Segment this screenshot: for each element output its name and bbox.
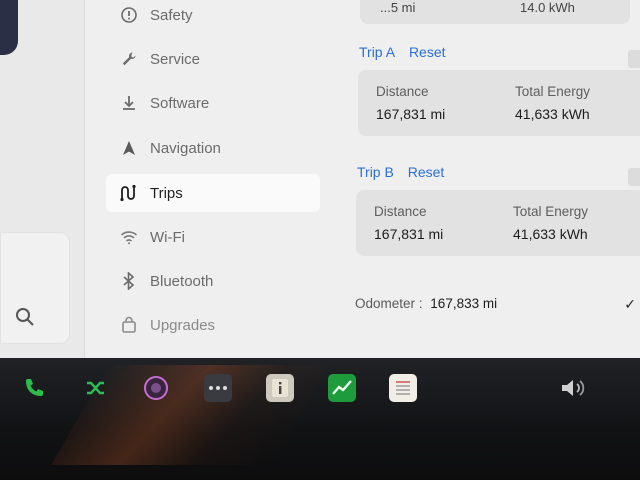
shuffle-icon[interactable] <box>82 374 110 402</box>
search-icon[interactable] <box>14 306 36 328</box>
corner-decoration <box>0 0 18 55</box>
trip-a-distance: Distance 167,831 mi <box>376 84 445 122</box>
checkmark-icon[interactable]: ✓ <box>624 296 636 313</box>
wifi-icon <box>118 226 140 248</box>
trip-b-distance: Distance 167,831 mi <box>374 204 443 242</box>
trip-b-card: Distance 167,831 mi Total Energy 41,633 … <box>356 190 640 256</box>
menu-item-label: Upgrades <box>150 316 216 334</box>
trip-a-energy: Total Energy 41,633 kWh <box>515 84 590 122</box>
alert-circle-icon <box>118 4 140 26</box>
odometer-label: Odometer : <box>355 296 423 311</box>
trips-pane: ...5 mi 14.0 kWh Trip A Reset Distance 1… <box>340 0 640 358</box>
menu-item-software[interactable]: Software <box>106 84 320 122</box>
menu-item-navigation[interactable]: Navigation <box>106 129 320 167</box>
menu-item-label: Bluetooth <box>150 272 214 290</box>
phone-icon[interactable] <box>20 374 48 402</box>
notes-icon[interactable] <box>389 374 417 402</box>
energy-label: Total Energy <box>515 84 591 99</box>
odometer: Odometer : 167,833 mi <box>355 296 497 311</box>
menu-item-safety[interactable]: Safety <box>106 0 320 34</box>
distance-value: 167,831 mi <box>374 226 444 242</box>
menu-item-label: Navigation <box>150 139 221 157</box>
settings-menu: Safety Service Software Navigation Trips <box>106 0 320 358</box>
trip-a-title: Trip A <box>359 44 396 60</box>
energy-value: 41,633 kWh <box>515 106 590 122</box>
trip-b-energy: Total Energy 41,633 kWh <box>513 204 588 242</box>
volume-icon[interactable] <box>560 374 588 402</box>
trip-b-header: Trip B Reset <box>357 164 444 180</box>
menu-item-label: Trips <box>150 184 183 202</box>
more-icon[interactable] <box>204 374 232 402</box>
energy-value: 41,633 kWh <box>513 226 588 242</box>
trips-icon <box>118 182 140 204</box>
energy-label: Total Energy <box>513 204 589 219</box>
menu-item-label: Software <box>150 94 210 112</box>
menu-item-upgrades[interactable]: Upgrades <box>106 306 320 344</box>
top-card-right-value: 14.0 kWh <box>520 0 575 15</box>
menu-item-label: Safety <box>150 6 193 24</box>
menu-item-trips[interactable]: Trips <box>106 174 320 212</box>
bluetooth-icon <box>118 270 140 292</box>
side-tab <box>628 168 640 186</box>
previous-trip-card: ...5 mi 14.0 kWh <box>360 0 630 24</box>
wrench-icon <box>118 48 140 70</box>
menu-item-service[interactable]: Service <box>106 40 320 78</box>
camera-icon[interactable] <box>142 374 170 402</box>
settings-screen: Safety Service Software Navigation Trips <box>0 0 640 358</box>
navigation-arrow-icon <box>118 137 140 159</box>
menu-item-bluetooth[interactable]: Bluetooth <box>106 262 320 300</box>
odometer-value: 167,833 mi <box>430 296 498 311</box>
menu-item-wifi[interactable]: Wi-Fi <box>106 218 320 256</box>
info-icon[interactable] <box>266 374 294 402</box>
side-tab <box>628 50 640 68</box>
chart-icon[interactable] <box>328 374 356 402</box>
distance-value: 167,831 mi <box>376 106 446 122</box>
left-panel <box>0 0 85 358</box>
menu-item-label: Service <box>150 50 201 68</box>
trip-b-title: Trip B <box>357 164 394 180</box>
top-card-left-value: ...5 mi <box>380 0 416 15</box>
distance-label: Distance <box>376 84 429 99</box>
bag-icon <box>118 314 140 336</box>
trip-a-card: Distance 167,831 mi Total Energy 41,633 … <box>358 70 640 136</box>
trip-b-reset-button[interactable]: Reset <box>408 164 445 180</box>
menu-item-label: Wi-Fi <box>150 228 185 246</box>
trip-a-header: Trip A Reset <box>359 44 446 60</box>
distance-label: Distance <box>374 204 427 219</box>
trip-a-reset-button[interactable]: Reset <box>409 44 446 60</box>
download-icon <box>118 92 140 114</box>
